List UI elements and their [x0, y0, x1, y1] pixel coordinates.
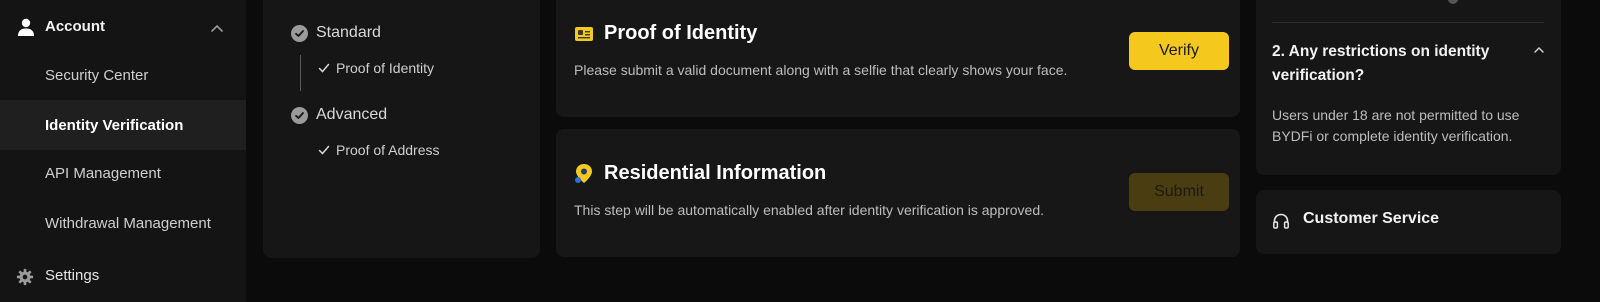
faq-panel: 2. Any restrictions on identity verifica…: [1256, 0, 1561, 175]
location-pin-icon: [575, 163, 592, 183]
step-advanced: Advanced: [291, 106, 387, 124]
substep-label: Proof of Identity: [336, 60, 435, 76]
check-circle-icon: [291, 106, 308, 124]
user-icon: [18, 18, 34, 36]
proof-of-identity-card: Proof of Identity Please submit a valid …: [556, 0, 1240, 117]
sidebar: Account Security Center Identity Verific…: [0, 0, 246, 302]
step-connector: [300, 55, 301, 91]
submit-button[interactable]: Submit: [1129, 173, 1229, 211]
card-title-row: Residential Information: [574, 162, 826, 185]
faq-partial-dot: [1448, 0, 1458, 4]
residential-information-card: Residential Information This step will b…: [556, 129, 1240, 257]
faq-divider: [1272, 22, 1544, 23]
verification-steps-panel: Standard Proof of Identity Advanced Proo…: [263, 0, 540, 258]
card-description: This step will be automatically enabled …: [574, 202, 1045, 218]
sidebar-settings-label: Settings: [45, 267, 100, 284]
sidebar-item-label: Identity Verification: [45, 116, 184, 134]
check-icon: [318, 63, 330, 73]
customer-service-label: Customer Service: [1303, 210, 1440, 227]
chevron-up-icon[interactable]: [1532, 44, 1546, 56]
card-title: Residential Information: [604, 162, 827, 184]
step-standard: Standard: [291, 24, 381, 42]
sidebar-item-settings[interactable]: Settings: [0, 258, 246, 296]
card-title-row: Proof of Identity: [574, 22, 757, 45]
sidebar-item-withdrawal-management[interactable]: Withdrawal Management: [0, 198, 246, 248]
faq-question[interactable]: 2. Any restrictions on identity verifica…: [1272, 40, 1522, 88]
sidebar-item-api-management[interactable]: API Management: [0, 148, 246, 198]
sidebar-item-security-center[interactable]: Security Center: [0, 50, 246, 100]
faq-answer: Users under 18 are not permitted to use …: [1272, 107, 1520, 144]
headphones-icon: [1273, 213, 1289, 229]
sidebar-account-label: Account: [45, 18, 105, 35]
check-icon: [318, 145, 330, 155]
sidebar-item-label: Security Center: [45, 66, 149, 84]
gear-icon: [16, 268, 34, 286]
chevron-up-icon[interactable]: [208, 20, 226, 36]
verify-button[interactable]: Verify: [1129, 32, 1229, 70]
id-card-icon: [575, 26, 593, 41]
substep-proof-of-identity: Proof of Identity: [318, 60, 434, 76]
sidebar-item-label: API Management: [45, 164, 161, 182]
customer-service-card[interactable]: Customer Service: [1256, 190, 1561, 254]
substep-label: Proof of Address: [336, 142, 440, 158]
sidebar-account-header[interactable]: Account: [0, 6, 246, 48]
substep-proof-of-address: Proof of Address: [318, 142, 440, 158]
step-name: Advanced: [316, 106, 388, 123]
sidebar-item-identity-verification[interactable]: Identity Verification: [0, 100, 246, 150]
check-circle-icon: [291, 24, 308, 42]
sidebar-item-label: Withdrawal Management: [45, 214, 211, 232]
step-name: Standard: [316, 24, 381, 41]
card-title: Proof of Identity: [604, 22, 758, 44]
card-description: Please submit a valid document along wit…: [574, 62, 1068, 78]
